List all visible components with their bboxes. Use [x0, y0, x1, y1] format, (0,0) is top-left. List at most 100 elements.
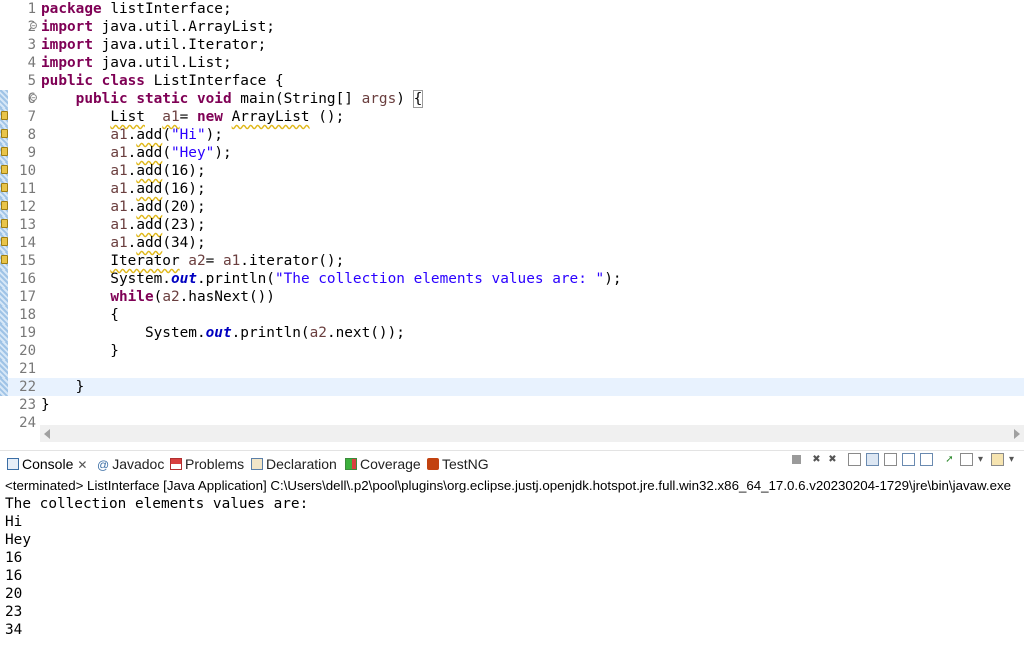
code-text[interactable]: a1.add(16);	[41, 180, 205, 198]
code-text[interactable]: a1.add(34);	[41, 234, 205, 252]
pin-console-icon[interactable]: ➚	[943, 453, 956, 466]
code-text[interactable]: }	[41, 342, 119, 360]
code-line[interactable]: 4 import java.util.List;	[0, 54, 1024, 72]
code-line[interactable]: 22 }	[0, 378, 1024, 396]
code-text[interactable]: a1.add("Hey");	[41, 144, 231, 162]
change-marker	[0, 324, 8, 342]
terminate-icon[interactable]	[792, 455, 801, 464]
code-text[interactable]: public static void main(String[] args) {	[41, 90, 424, 108]
code-line[interactable]: 8 a1.add("Hi");	[0, 126, 1024, 144]
code-text[interactable]: System.out.println("The collection eleme…	[41, 270, 621, 288]
warning-icon[interactable]	[1, 111, 8, 120]
code-line[interactable]: 19 System.out.println(a2.next());	[0, 324, 1024, 342]
code-text[interactable]: {	[41, 306, 119, 324]
code-text[interactable]: a1.add(16);	[41, 162, 205, 180]
line-number: 19	[19, 325, 36, 341]
line-number: 5	[27, 73, 36, 89]
code-text[interactable]: import java.util.ArrayList;	[41, 18, 275, 36]
scroll-right-icon[interactable]	[1014, 429, 1020, 439]
tab-label: Coverage	[360, 456, 421, 472]
code-line[interactable]: 2−import java.util.ArrayList;	[0, 18, 1024, 36]
console-output[interactable]: The collection elements values are: Hi Hey…	[5, 495, 1020, 650]
testng-icon	[427, 458, 439, 470]
word-wrap-icon[interactable]	[884, 453, 897, 466]
tab-javadoc[interactable]: @ Javadoc	[97, 455, 164, 473]
code-line[interactable]: 17 while(a2.hasNext())	[0, 288, 1024, 306]
console-output-line: Hi	[5, 514, 23, 530]
warning-icon[interactable]	[1, 219, 8, 228]
scroll-left-icon[interactable]	[44, 429, 50, 439]
code-line[interactable]: 12 a1.add(20);	[0, 198, 1024, 216]
warning-icon[interactable]	[1, 183, 8, 192]
show-on-error-icon[interactable]	[920, 453, 933, 466]
code-line[interactable]: 7 List a1= new ArrayList ();	[0, 108, 1024, 126]
show-on-output-icon[interactable]	[902, 453, 915, 466]
tab-coverage[interactable]: Coverage	[345, 455, 421, 473]
chevron-down-icon[interactable]: ▾	[974, 453, 987, 466]
code-line[interactable]: 16 System.out.println("The collection el…	[0, 270, 1024, 288]
view-menu-icon[interactable]: ▾	[1005, 453, 1018, 466]
code-text[interactable]: Iterator a2= a1.iterator();	[41, 252, 344, 270]
warning-icon[interactable]	[1, 255, 8, 264]
code-text[interactable]: List a1= new ArrayList ();	[41, 108, 344, 126]
code-line[interactable]: 9 a1.add("Hey");	[0, 144, 1024, 162]
console-output-line: Hey	[5, 532, 31, 548]
warning-icon[interactable]	[1, 165, 8, 174]
warning-icon[interactable]	[1, 201, 8, 210]
code-text[interactable]: }	[41, 396, 50, 414]
code-line[interactable]: 15 Iterator a2= a1.iterator();	[0, 252, 1024, 270]
code-line[interactable]: 13 a1.add(23);	[0, 216, 1024, 234]
code-text[interactable]: package listInterface;	[41, 0, 232, 18]
code-text[interactable]: }	[41, 378, 85, 396]
code-line[interactable]: 23}	[0, 396, 1024, 414]
tab-label: TestNG	[442, 456, 489, 472]
fold-icon[interactable]: −	[30, 22, 37, 30]
code-text[interactable]: import java.util.List;	[41, 54, 232, 72]
tab-console[interactable]: Console ✕	[7, 455, 87, 473]
code-text[interactable]: while(a2.hasNext())	[41, 288, 275, 306]
console-status: <terminated> ListInterface [Java Applica…	[5, 478, 1012, 493]
warning-icon[interactable]	[1, 147, 8, 156]
line-number: 14	[19, 235, 36, 251]
change-marker	[0, 360, 8, 378]
tab-testng[interactable]: TestNG	[427, 455, 489, 473]
change-marker	[0, 306, 8, 324]
code-text[interactable]: a1.add(23);	[41, 216, 205, 234]
code-line[interactable]: 10 a1.add(16);	[0, 162, 1024, 180]
code-line[interactable]: 14 a1.add(34);	[0, 234, 1024, 252]
code-text[interactable]: a1.add("Hi");	[41, 126, 223, 144]
open-console-icon[interactable]	[991, 453, 1004, 466]
scroll-lock-icon[interactable]	[866, 453, 879, 466]
line-number: 23	[19, 397, 36, 413]
horizontal-scrollbar[interactable]	[40, 425, 1024, 442]
change-marker	[0, 378, 8, 396]
code-line[interactable]: 6− public static void main(String[] args…	[0, 90, 1024, 108]
line-number: 1	[27, 1, 36, 17]
code-line[interactable]: 18 {	[0, 306, 1024, 324]
code-text[interactable]: System.out.println(a2.next());	[41, 324, 405, 342]
code-text[interactable]: public class ListInterface {	[41, 72, 284, 90]
tab-problems[interactable]: Problems	[170, 455, 244, 473]
code-line[interactable]: 21	[0, 360, 1024, 378]
code-line[interactable]: 11 a1.add(16);	[0, 180, 1024, 198]
warning-icon[interactable]	[1, 237, 8, 246]
line-number: 3	[27, 37, 36, 53]
fold-icon[interactable]: −	[30, 94, 37, 102]
code-editor[interactable]: 1 package listInterface;2−import java.uti…	[0, 0, 1024, 445]
tab-declaration[interactable]: Declaration	[251, 455, 337, 473]
remove-all-icon[interactable]: ✖	[826, 453, 839, 466]
console-icon	[7, 458, 19, 470]
display-console-icon[interactable]	[960, 453, 973, 466]
remove-launch-icon[interactable]: ✖	[810, 453, 823, 466]
code-line[interactable]: 3 import java.util.Iterator;	[0, 36, 1024, 54]
code-line[interactable]: 5 public class ListInterface {	[0, 72, 1024, 90]
code-text[interactable]: import java.util.Iterator;	[41, 36, 266, 54]
warning-icon[interactable]	[1, 129, 8, 138]
close-icon[interactable]: ✕	[77, 458, 87, 472]
line-number: 7	[27, 109, 36, 125]
console-output-line: 16	[5, 550, 23, 566]
code-line[interactable]: 20 }	[0, 342, 1024, 360]
code-text[interactable]: a1.add(20);	[41, 198, 205, 216]
clear-console-icon[interactable]	[848, 453, 861, 466]
code-line[interactable]: 1 package listInterface;	[0, 0, 1024, 18]
